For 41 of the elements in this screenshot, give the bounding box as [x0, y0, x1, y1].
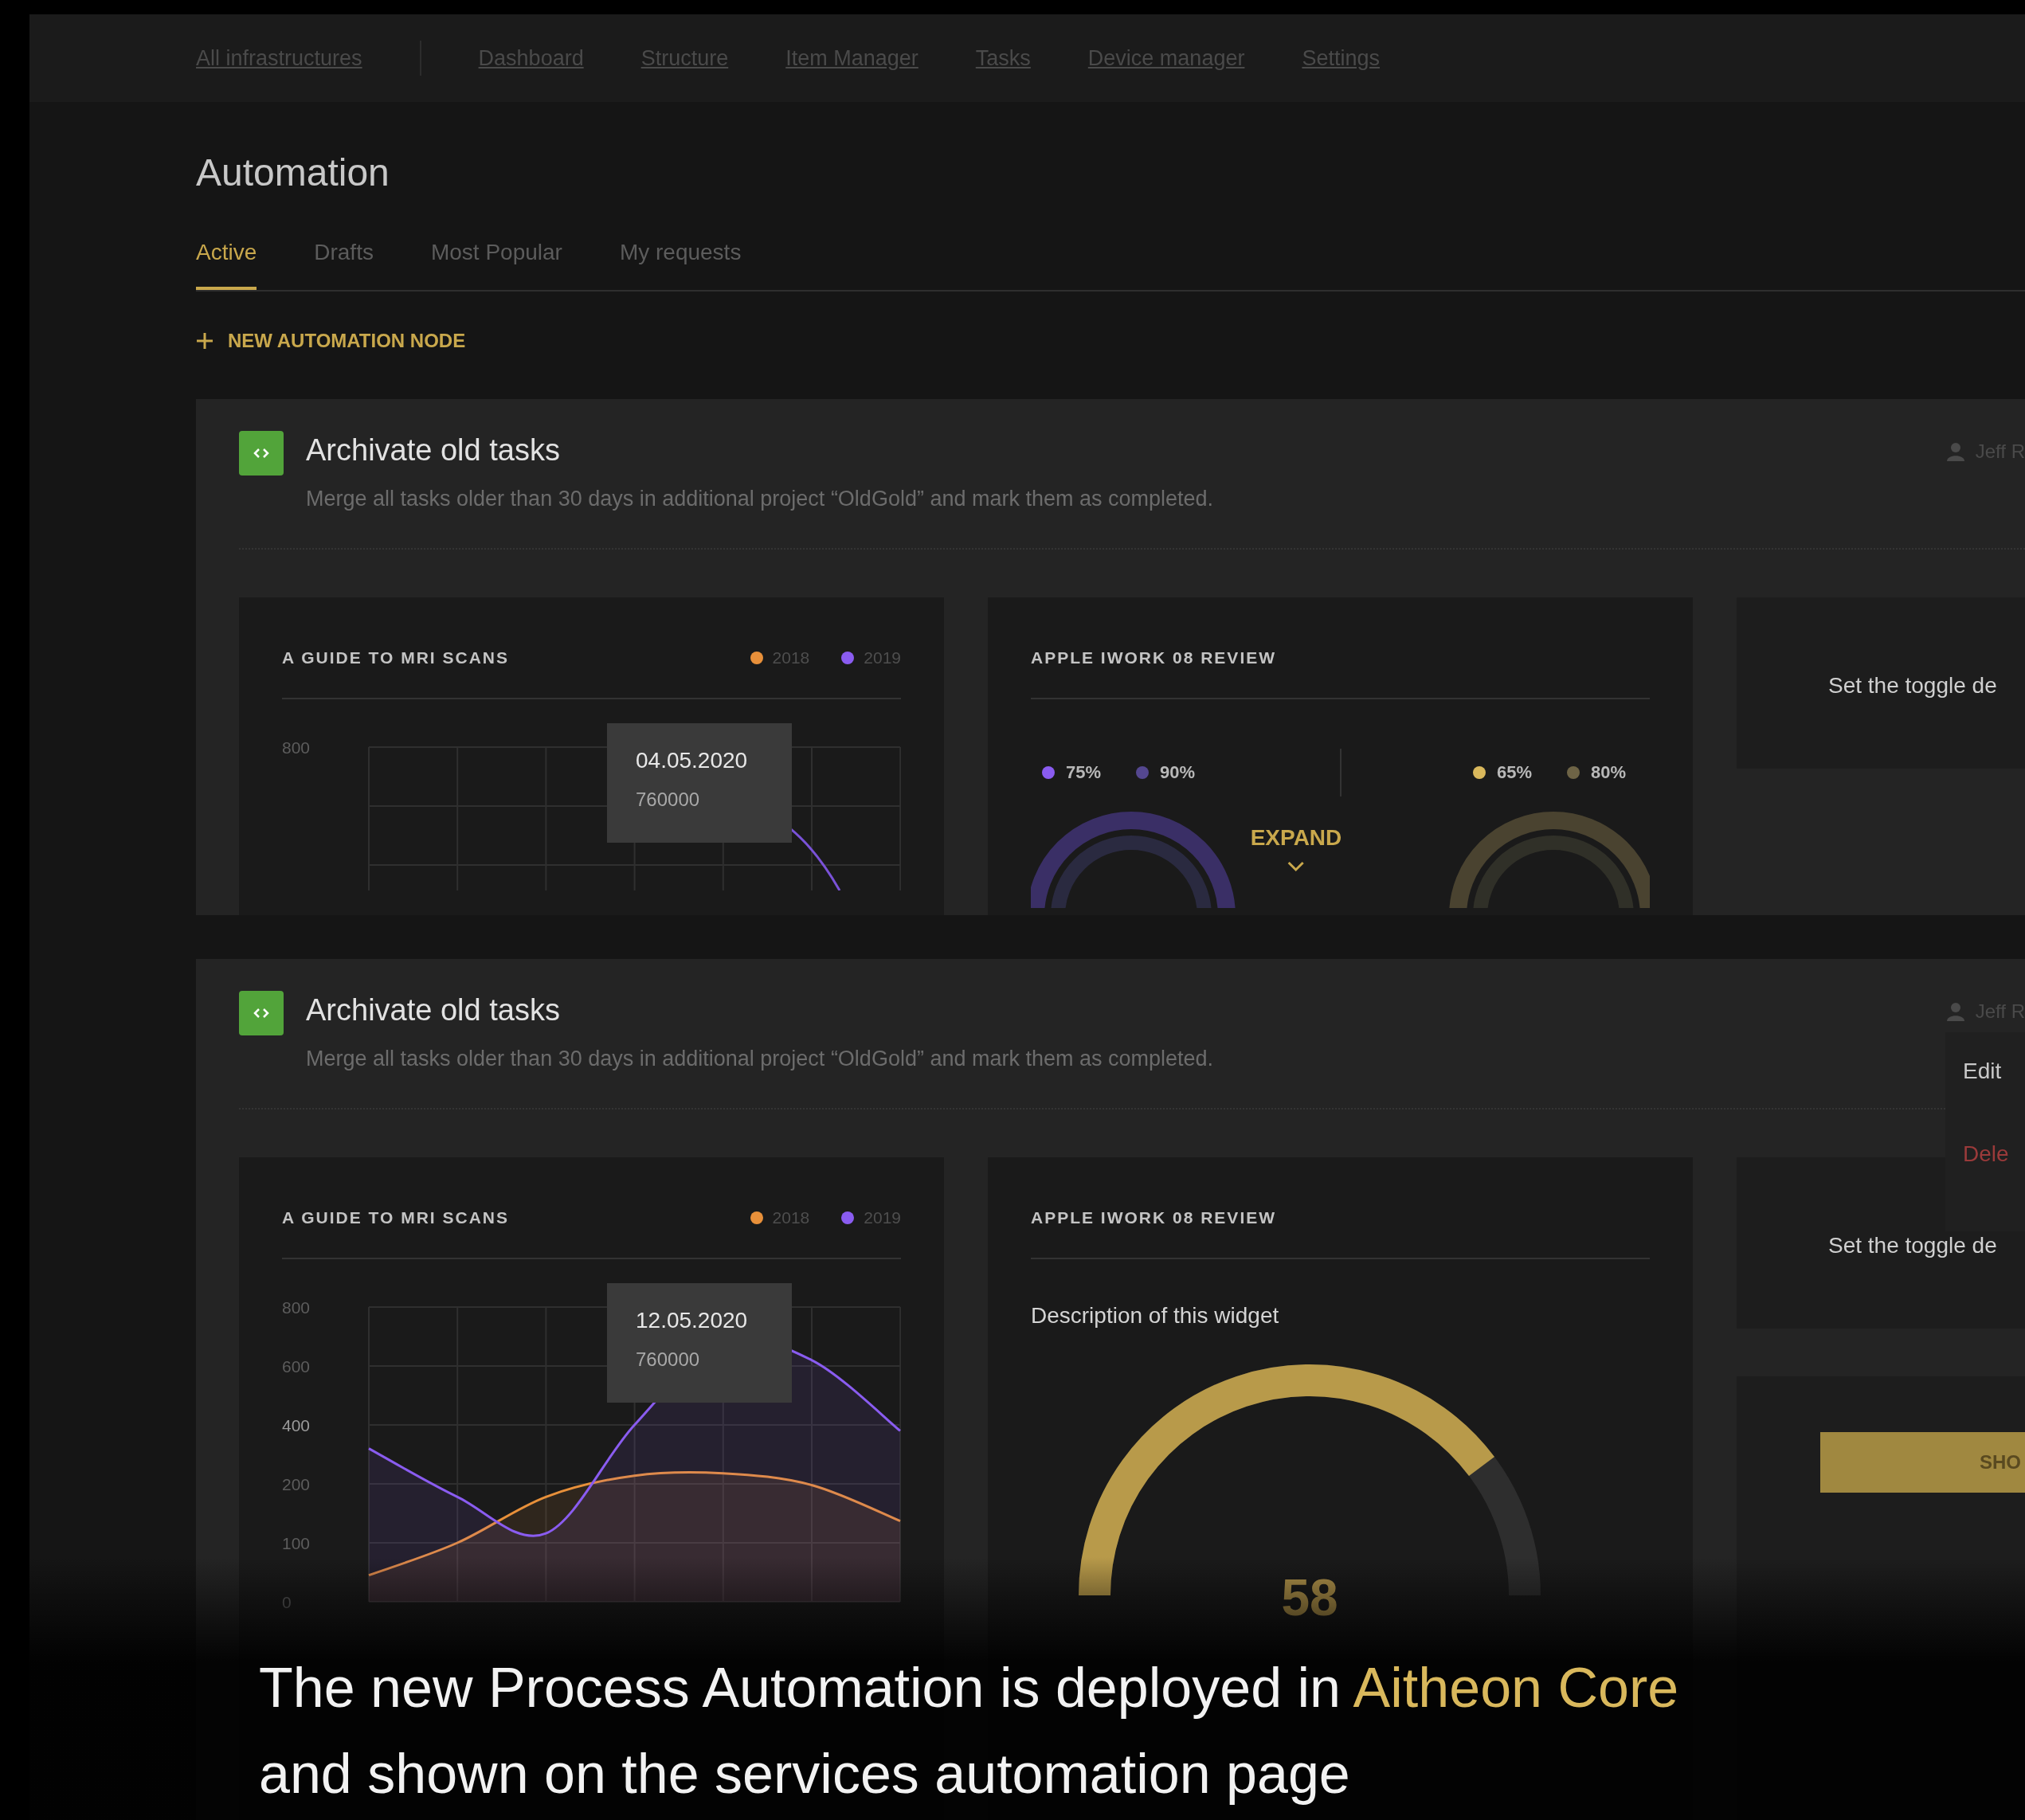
- new-automation-node-button[interactable]: NEW AUTOMATION NODE: [196, 326, 466, 355]
- automation-title: Archivate old tasks: [306, 432, 561, 468]
- caption-text: The new Process Automation is deployed in Aitheon Core and shown on the services automation page: [259, 1656, 1680, 1806]
- widget-title: APPLE IWORK 08 REVIEW: [1031, 1207, 1277, 1229]
- legend-label: 65%: [1496, 761, 1532, 785]
- toggle-panel-text: Set the toggle de: [1737, 597, 2025, 769]
- tooltip-date: 04.05.2020: [636, 747, 749, 775]
- tooltip-value: 760000: [636, 1348, 701, 1372]
- automation-description: Merge all tasks older than 30 days in additional project “OldGold” and mark them as completed.: [306, 1045, 1214, 1072]
- tab[interactable]: Most Popular: [430, 235, 562, 290]
- legend-label: 80%: [1590, 761, 1626, 785]
- widget-title: A GUIDE TO MRI SCANS: [282, 648, 510, 669]
- widget-title: APPLE IWORK 08 REVIEW: [1031, 648, 1277, 669]
- code-icon: [239, 430, 284, 476]
- axis-tick-label: 400: [282, 1415, 311, 1434]
- widget-title: A GUIDE TO MRI SCANS: [282, 1207, 510, 1229]
- widget-description: Description of this widget: [1031, 1301, 1280, 1329]
- axis-tick-label: 800: [282, 1297, 311, 1317]
- code-icon: [239, 990, 284, 1035]
- automation-title: Archivate old tasks: [306, 992, 561, 1028]
- gauge-value: 58: [1281, 1568, 1338, 1626]
- automation-description: Merge all tasks older than 30 days in additional project “OldGold” and mark them as completed.: [306, 485, 1214, 512]
- axis-tick-label: 800: [282, 738, 311, 757]
- tab[interactable]: Drafts: [314, 235, 374, 290]
- menu-item[interactable]: Edit: [1963, 1054, 2002, 1088]
- tab[interactable]: My requests: [619, 235, 742, 290]
- tooltip-value: 760000: [636, 788, 701, 812]
- expand-button[interactable]: EXPAND: [1250, 820, 1342, 872]
- legend-label: 75%: [1066, 761, 1102, 785]
- tooltip-date: 12.05.2020: [636, 1307, 749, 1335]
- show-button[interactable]: SHO: [1820, 1432, 2025, 1493]
- user-icon: [1946, 441, 1964, 461]
- axis-tick-label: 100: [282, 1533, 311, 1552]
- chevron-down-icon: [1287, 860, 1305, 872]
- page-title: Automation: [196, 151, 390, 195]
- user-icon: [1946, 1001, 1964, 1021]
- legend-label: 90%: [1160, 761, 1196, 785]
- tab[interactable]: Active: [196, 235, 257, 290]
- plus-icon: [196, 331, 213, 350]
- axis-tick-label: 600: [282, 1356, 311, 1376]
- axis-tick-label: 200: [282, 1474, 311, 1493]
